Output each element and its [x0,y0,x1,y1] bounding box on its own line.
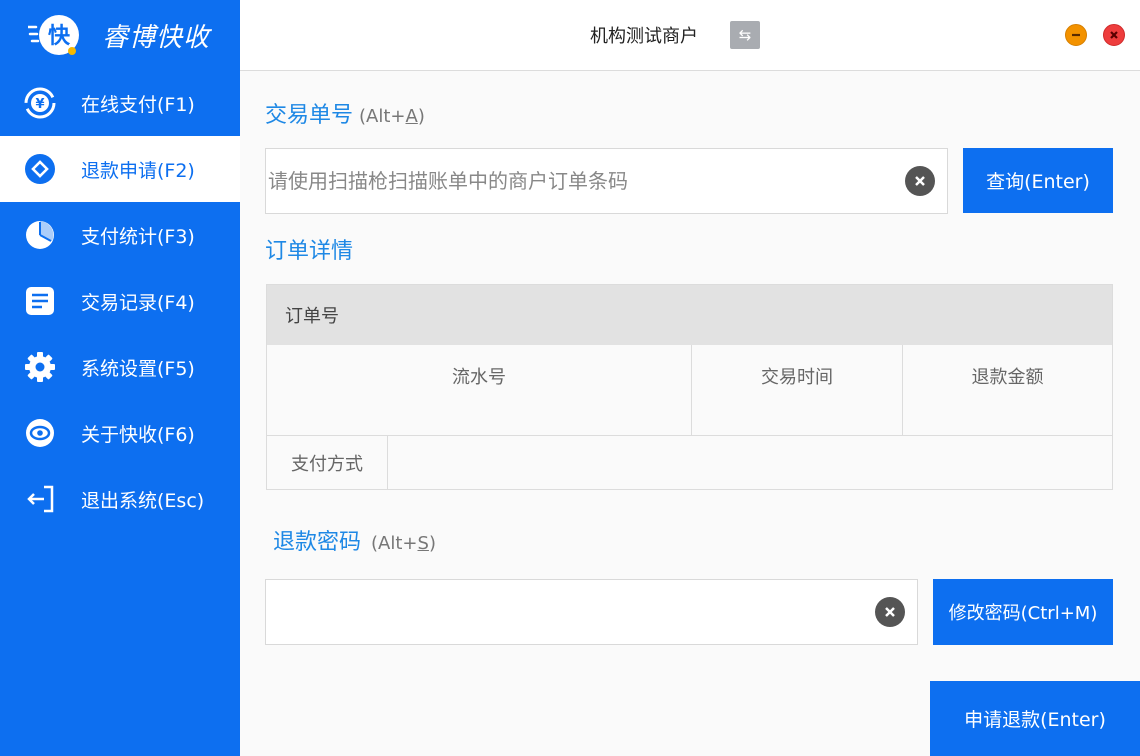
column-serial-number: 流水号 [267,345,692,435]
logout-icon [24,483,56,515]
clear-password-button[interactable] [875,597,905,627]
sidebar-item-online-pay[interactable]: ¥ 在线支付(F1) [0,70,240,136]
sidebar-item-label: 系统设置(F5) [81,357,195,380]
sidebar-item-label: 关于快收(F6) [81,423,195,446]
sidebar-item-label: 退出系统(Esc) [81,489,205,512]
switch-merchant-button[interactable]: ⇆ [730,21,760,49]
pay-method-label: 支付方式 [267,436,388,489]
eye-icon [24,417,56,449]
order-number-header: 订单号 [267,285,1112,345]
sidebar-item-transactions[interactable]: 交易记录(F4) [0,268,240,334]
minus-icon [1072,33,1080,37]
sidebar-item-logout[interactable]: 退出系统(Esc) [0,466,240,532]
brand-name: 睿博快收 [102,22,211,53]
clear-icon [915,176,925,186]
transaction-shortcut-hint: (Alt+A) [359,106,425,127]
document-list-icon [24,285,56,317]
clear-icon [885,607,895,617]
swap-arrows-icon: ⇆ [738,26,752,44]
yuan-refresh-icon: ¥ [24,87,56,119]
logo-char: 快 [48,24,71,49]
minimize-button[interactable] [1065,24,1087,46]
change-password-button[interactable]: 修改密码(Ctrl+M) [933,579,1113,645]
sidebar-item-about[interactable]: 关于快收(F6) [0,400,240,466]
transaction-section-title: 交易单号 (Alt+A) [265,97,425,129]
sidebar-item-label: 在线支付(F1) [81,93,195,116]
order-columns-row: 流水号 交易时间 退款金额 [267,345,1112,436]
password-input-box [265,579,918,645]
order-details-table: 订单号 流水号 交易时间 退款金额 支付方式 [266,284,1113,490]
sidebar-item-pay-stats[interactable]: 支付统计(F3) [0,202,240,268]
app-logo: 快 睿博快收 [0,0,240,70]
transaction-input-box [265,148,948,214]
sidebar-item-label: 交易记录(F4) [81,291,195,314]
pie-chart-icon [24,219,56,251]
svg-text:¥: ¥ [35,97,44,112]
sidebar-item-label: 支付统计(F3) [81,225,195,248]
transaction-title: 交易单号 [265,103,354,128]
password-shortcut-hint: (Alt+S) [371,533,436,554]
sidebar-item-label: 退款申请(F2) [81,159,195,182]
merchant-title: 机构测试商户 [590,26,698,47]
close-button[interactable] [1103,24,1125,46]
apply-refund-button[interactable]: 申请退款(Enter) [930,681,1140,756]
diamond-circle-icon [24,153,56,185]
pay-method-row: 支付方式 [267,436,1112,489]
sidebar: 快 睿博快收 ¥ 在线支付(F1) 退款申请(F2) 支付统计(F3) 交易记录… [0,0,240,756]
clear-transaction-button[interactable] [905,166,935,196]
password-title: 退款密码 [273,530,362,555]
sidebar-item-refund-apply[interactable]: 退款申请(F2) [0,136,240,202]
title-bar: 机构测试商户 ⇆ [240,0,1140,71]
gear-icon [24,351,56,383]
column-refund-amount: 退款金额 [971,367,1044,388]
column-transaction-time: 交易时间 [692,345,903,435]
order-section-title: 订单详情 [265,239,354,264]
sidebar-item-settings[interactable]: 系统设置(F5) [0,334,240,400]
close-icon [1110,31,1118,39]
refund-password-input[interactable] [266,580,856,644]
transaction-number-input[interactable] [266,149,886,213]
password-section-title: 退款密码 (Alt+S) [273,524,436,556]
logo-icon: 快 [26,12,86,58]
query-button[interactable]: 查询(Enter) [963,148,1113,213]
